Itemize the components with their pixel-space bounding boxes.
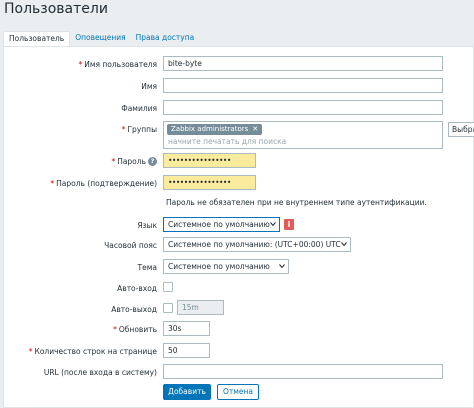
surname-label: Фамилия [121, 104, 157, 113]
url-input[interactable] [163, 364, 443, 379]
theme-value: Системное по умолчанию [168, 262, 270, 271]
page-title: Пользователи [4, 1, 108, 17]
add-button[interactable]: Добавить [163, 384, 211, 400]
rows-per-page-label: * Количество строк на странице [28, 347, 157, 356]
password-confirm-label: * Пароль (подтверждение) [50, 179, 157, 188]
group-tag-label: Zabbix administrators [171, 125, 249, 133]
language-value: Системное по умолчанию [168, 220, 270, 229]
autologout-label: Авто-выход [111, 305, 157, 314]
theme-select[interactable]: Системное по умолчанию [163, 259, 289, 274]
groups-label: * Группы [121, 125, 157, 134]
timezone-label: Часовой пояс [104, 241, 157, 250]
select-groups-button[interactable]: Выбрать [448, 122, 474, 137]
tab-user[interactable]: Пользователь [3, 31, 71, 46]
language-label: Язык [137, 221, 157, 230]
tab-permissions[interactable]: Права доступа [131, 31, 200, 46]
name-label: Имя [141, 82, 157, 91]
language-select[interactable]: Системное по умолчанию [163, 217, 280, 232]
rows-per-page-input[interactable]: 50 [163, 343, 210, 358]
group-tag: Zabbix administrators ✕ [167, 124, 263, 135]
warning-info-icon[interactable]: i [284, 219, 294, 230]
surname-input[interactable] [163, 100, 443, 115]
timezone-select[interactable]: Системное по умолчанию: (UTC+00:00) UTC [163, 237, 351, 252]
autologout-input: 15m [177, 300, 224, 315]
chevron-down-icon [341, 242, 347, 247]
password-hint: Пароль не обязателен при не внутреннем т… [166, 198, 427, 207]
tag-remove-icon[interactable]: ✕ [252, 125, 258, 133]
cancel-button[interactable]: Отмена [217, 384, 259, 400]
groups-search-input[interactable]: начните печатать для поиска [168, 137, 286, 146]
timezone-value: Системное по умолчанию: (UTC+00:00) UTC [168, 240, 341, 249]
password-input[interactable]: •••••••••••••••• [163, 153, 256, 168]
theme-label: Тема [137, 263, 157, 272]
url-label: URL (после входа в систему) [43, 368, 157, 377]
autologout-checkbox[interactable] [163, 303, 173, 313]
help-icon[interactable]: ? [148, 157, 157, 166]
tab-bar: Пользователь Оповещения Права доступа [3, 31, 199, 46]
chevron-down-icon [270, 222, 276, 227]
autologin-checkbox[interactable] [163, 282, 173, 292]
refresh-input[interactable]: 30s [163, 321, 210, 336]
username-input[interactable]: bite-byte [163, 56, 443, 71]
chevron-down-icon [279, 264, 285, 269]
refresh-label: * Обновить [113, 325, 157, 334]
tab-media[interactable]: Оповещения [70, 31, 130, 46]
password-confirm-input[interactable]: •••••••••••••••• [163, 175, 256, 190]
username-label: * Имя пользователя [78, 60, 157, 69]
autologin-label: Авто-вход [117, 284, 157, 293]
name-input[interactable] [163, 78, 443, 93]
groups-multiselect[interactable]: Zabbix administrators ✕ начните печатать … [163, 121, 443, 149]
password-label: * Пароль [111, 157, 146, 166]
